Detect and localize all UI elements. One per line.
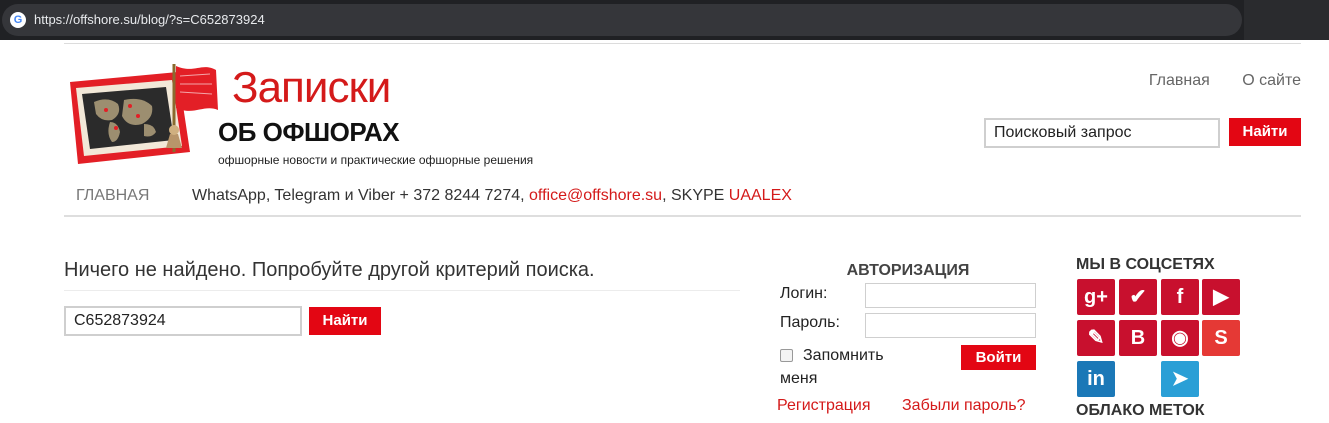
main-search-button[interactable]: Найти <box>309 307 381 335</box>
menu-home-link[interactable]: ГЛАВНАЯ <box>76 187 149 205</box>
password-label: Пароль: <box>780 314 840 331</box>
nav-about-link[interactable]: О сайте <box>1242 72 1301 89</box>
divider <box>64 215 1301 217</box>
google-favicon-icon: G <box>10 12 26 28</box>
logo-subtitle: ОБ ОФШОРАХ <box>218 117 400 147</box>
remember-label: Запомнить <box>803 347 884 364</box>
facebook-icon[interactable]: f <box>1161 279 1199 315</box>
nav-home-link[interactable]: Главная <box>1149 72 1210 89</box>
login-field[interactable] <box>865 283 1036 308</box>
twitter-icon[interactable]: ✔ <box>1119 279 1157 315</box>
search-result-message: Ничего не найдено. Попробуйте другой кри… <box>64 259 595 281</box>
socials-title: МЫ В СОЦСЕТЯХ <box>1076 256 1215 273</box>
register-link[interactable]: Регистрация <box>777 397 871 415</box>
sina-weibo-icon[interactable]: S <box>1202 320 1240 356</box>
main-search-input[interactable] <box>64 306 302 336</box>
youtube-icon[interactable]: ▶ <box>1202 279 1240 315</box>
rss-icon[interactable]: ◉ <box>1161 320 1199 356</box>
toolbar-area <box>1244 0 1329 40</box>
address-url[interactable]: https://offshore.su/blog/?s=C652873924 <box>34 12 265 28</box>
contact-skype-link[interactable]: UAALEX <box>729 187 792 204</box>
forgot-password-link[interactable]: Забыли пароль? <box>902 397 1026 415</box>
remember-label-cont: меня <box>780 370 818 387</box>
password-field[interactable] <box>865 313 1036 338</box>
site-logo[interactable]: Записки ОБ ОФШОРАХ офшорные новости и пр… <box>66 60 586 175</box>
header-search-input[interactable] <box>984 118 1220 148</box>
telegram-icon[interactable]: ➤ <box>1161 361 1199 397</box>
divider <box>64 43 1301 44</box>
header-search-button[interactable]: Найти <box>1229 118 1301 146</box>
contact-email-link[interactable]: office@offshore.su <box>529 187 662 204</box>
logo-tagline: офшорные новости и практические офшорные… <box>218 153 534 167</box>
livejournal-icon[interactable]: ✎ <box>1077 320 1115 356</box>
logo-title: Записки <box>232 63 391 112</box>
login-button[interactable]: Войти <box>961 345 1036 370</box>
vkontakte-icon[interactable]: B <box>1119 320 1157 356</box>
tag-cloud-title: ОБЛАКО МЕТОК <box>1076 402 1205 419</box>
top-nav: Главная О сайте <box>1121 72 1301 90</box>
remember-checkbox[interactable] <box>780 349 793 362</box>
google-plus-icon[interactable]: g+ <box>1077 279 1115 315</box>
contact-phones: WhatsApp, Telegram и Viber + 372 8244 72… <box>192 187 525 204</box>
divider <box>64 290 740 291</box>
menu-contact-info: WhatsApp, Telegram и Viber + 372 8244 72… <box>192 187 792 205</box>
auth-title: АВТОРИЗАЦИЯ <box>846 262 970 279</box>
address-bar[interactable]: G https://offshore.su/blog/?s=C652873924 <box>2 4 1242 36</box>
world-map-flag-icon <box>70 64 218 164</box>
login-label: Логин: <box>780 285 828 302</box>
main-menu: ГЛАВНАЯ WhatsApp, Telegram и Viber + 372… <box>64 183 1301 215</box>
contact-skype-label: , SKYPE <box>662 187 725 204</box>
linkedin-icon[interactable]: in <box>1077 361 1115 397</box>
browser-toolbar: G https://offshore.su/blog/?s=C652873924 <box>0 0 1329 40</box>
